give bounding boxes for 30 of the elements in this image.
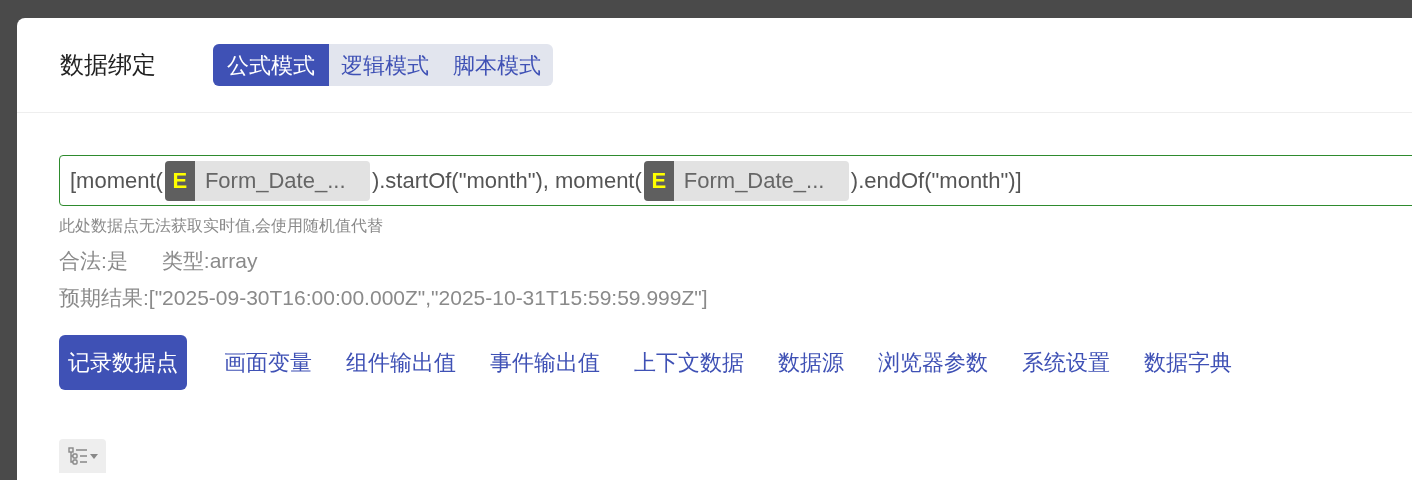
- source-tab[interactable]: 浏览器参数: [869, 335, 997, 390]
- caret-icon: [89, 453, 98, 459]
- dialog-title: 数据绑定: [60, 50, 156, 80]
- source-tab[interactable]: 画面变量: [215, 335, 321, 390]
- formula-field[interactable]: [moment( E Form_Date_... ).startOf("month"), moment( E Form_Date_... ).endOf("month")]: [59, 155, 1412, 206]
- data-point-label: Form_Date_...: [683, 167, 825, 195]
- expression-badge: E: [164, 160, 195, 201]
- source-tab[interactable]: 上下文数据: [625, 335, 753, 390]
- mode-tab[interactable]: 公式模式: [213, 44, 329, 86]
- source-tab[interactable]: 记录数据点: [59, 335, 187, 390]
- tree-list-icon: [67, 447, 88, 465]
- expected-result-text: 预期结果:["2025-09-30T16:00:00.000Z","2025-10-31T15:59:59.999Z"]: [59, 285, 709, 311]
- mode-tab[interactable]: 逻辑模式: [329, 44, 441, 86]
- source-tab[interactable]: 数据字典: [1135, 335, 1241, 390]
- formula-text: [moment(: [70, 167, 163, 195]
- formula-text: ).endOf("month")]: [850, 167, 1022, 195]
- tree-view-toggle[interactable]: [59, 439, 106, 473]
- data-point-label: Form_Date_...: [204, 167, 346, 195]
- mode-tab[interactable]: 脚本模式: [441, 44, 553, 86]
- source-tab[interactable]: 数据源: [769, 335, 853, 390]
- expression-badge: E: [643, 160, 674, 201]
- data-point-chip[interactable]: E Form_Date_...: [164, 160, 370, 201]
- data-point-chip[interactable]: E Form_Date_...: [643, 160, 849, 201]
- type-text: 类型:array: [161, 248, 258, 274]
- source-tab[interactable]: 事件输出值: [481, 335, 609, 390]
- hint-text: 此处数据点无法获取实时值,会使用随机值代替: [59, 216, 385, 236]
- source-tab[interactable]: 组件输出值: [337, 335, 465, 390]
- formula-text: ).startOf("month"), moment(: [371, 167, 642, 195]
- source-tab[interactable]: 系统设置: [1013, 335, 1119, 390]
- validity-text: 合法:是: [59, 248, 128, 274]
